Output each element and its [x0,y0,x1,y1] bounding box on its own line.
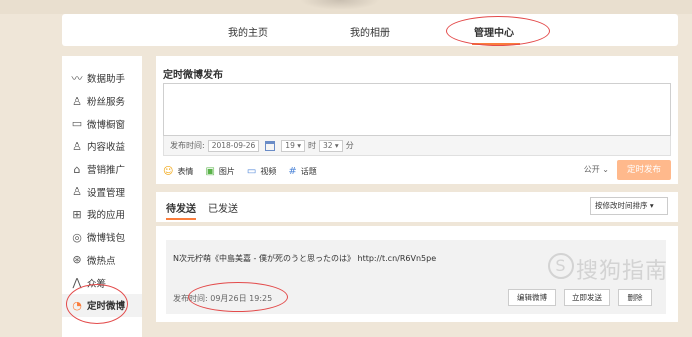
hour-select[interactable]: 19 ▾ [281,139,305,152]
sidebar: 〰数据助手 ♙ 粉丝服务 ▭ 微博橱窗 ♙ 内容收益 ⌂ 营销推广 ♙ 设置管理 ⊞ 我的应… [62,56,142,337]
weibo-textarea[interactable] [163,83,671,136]
tool-label: 图片 [218,166,235,176]
composer-panel: 定时微博发布 发布时间: 2018-09-26 19 ▾ 时 32 ▾ 分 ☺ 表… [156,56,678,184]
sidebar-item-label: 微博钱包 [87,233,126,245]
post-time-label: 发布时间: [173,294,208,303]
sidebar-item-label: 定时微博 [87,301,126,313]
scheduled-publish-button[interactable]: 定时发布 [617,160,671,180]
sidebar-item-label: 众筹 [87,278,107,290]
sidebar-item-label: 微热点 [87,255,116,267]
nav-management-center[interactable]: 管理中心 [474,24,514,39]
grid-icon: ⊞ [72,207,82,221]
send-now-button[interactable]: 立即发送 [564,289,610,306]
sidebar-item-my-apps[interactable]: ⊞ 我的应用 [62,203,142,226]
sidebar-item-scheduled-weibo[interactable]: ◔ 定时微博 [62,293,142,317]
composer-title: 定时微博发布 [163,70,223,81]
nav-active-underline [472,43,520,45]
emoji-icon: ☺ [163,165,174,177]
post-time-value: 09月26日 19:25 [210,294,273,303]
sidebar-item-weibo-window[interactable]: ▭ 微博橱窗 [62,112,142,135]
hashtag-icon: # [288,165,297,177]
publish-time-label: 发布时间: [170,141,205,150]
top-nav: 我的主页 我的相册 管理中心 [62,14,678,46]
hotspot-icon: ⊛ [72,253,82,267]
sidebar-item-label: 微博橱窗 [87,119,126,131]
sidebar-item-settings[interactable]: ♙ 设置管理 [62,180,142,203]
sidebar-item-content-income[interactable]: ♙ 内容收益 [62,135,142,158]
sidebar-item-crowdfunding[interactable]: ⋀ 众筹 [62,271,142,294]
wallet-icon: ◎ [72,230,82,244]
sidebar-item-label: 我的应用 [87,210,126,222]
timer-icon: ◔ [72,298,82,312]
video-icon: ▭ [246,165,257,177]
delete-button[interactable]: 删除 [618,289,652,306]
watermark-text: 搜狗指南 [575,259,668,284]
watermark: S 搜狗指南 [547,253,668,285]
emoji-button[interactable]: ☺ 表情 [163,166,193,177]
composer-toolbar: ☺ 表情 ▣ 图片 ▭ 视频 # 话题 公开 ⌄ 定时发布 [163,160,671,180]
user-coin-icon: ♙ [72,139,82,153]
sidebar-item-label: 内容收益 [87,142,126,154]
image-button[interactable]: ▣ 图片 [205,166,234,177]
tab-sent[interactable]: 已发送 [208,200,238,215]
sidebar-item-marketing[interactable]: ⌂ 营销推广 [62,158,142,181]
watermark-logo: S [547,253,574,279]
edit-post-button[interactable]: 编辑微博 [508,289,556,306]
sidebar-item-label: 粉丝服务 [87,97,126,109]
post-time: 发布时间: 09月26日 19:25 [173,293,272,304]
nav-my-home[interactable]: 我的主页 [228,24,268,39]
minute-select[interactable]: 32 ▾ [319,139,343,152]
user-icon: ♙ [72,94,82,108]
sidebar-item-label: 营销推广 [87,165,126,177]
crowdfund-icon: ⋀ [72,276,82,290]
calendar-icon[interactable] [265,140,276,151]
tool-label: 表情 [177,166,194,176]
publish-time-bar: 发布时间: 2018-09-26 19 ▾ 时 32 ▾ 分 [163,136,671,156]
post-tabs: 待发送 已发送 按修改时间排序 ▾ [156,192,678,222]
bag-icon: ⌂ [73,162,81,176]
post-text: N次元柠萌《中島美嘉 - 僕が死のうと思ったのは》 http://t.cn/R6… [173,254,437,263]
minute-unit: 分 [345,141,354,150]
tab-active-underline [166,218,196,220]
sidebar-item-label: 设置管理 [87,187,126,199]
tab-pending[interactable]: 待发送 [166,200,196,215]
hour-unit: 时 [308,141,316,150]
image-icon: ▣ [205,165,215,177]
topic-button[interactable]: # 话题 [288,166,316,177]
window-icon: ▭ [71,117,83,131]
sort-select[interactable]: 按修改时间排序 ▾ [590,197,668,215]
top-banner [0,0,692,14]
date-field[interactable]: 2018-09-26 [207,139,260,152]
tool-label: 视频 [260,166,277,176]
user-settings-icon: ♙ [72,185,82,199]
sidebar-item-data-assistant[interactable]: 〰数据助手 [62,67,142,90]
visibility-select[interactable]: 公开 ⌄ [584,164,609,175]
sidebar-item-fan-service[interactable]: ♙ 粉丝服务 [62,90,142,113]
chart-line-icon: 〰 [71,71,83,85]
sidebar-item-hotspot[interactable]: ⊛ 微热点 [62,249,142,272]
tool-label: 话题 [300,166,317,176]
sidebar-item-wallet[interactable]: ◎ 微博钱包 [62,226,142,249]
video-button[interactable]: ▭ 视频 [247,166,276,177]
sidebar-item-label: 数据助手 [87,74,126,86]
nav-my-album[interactable]: 我的相册 [350,24,390,39]
